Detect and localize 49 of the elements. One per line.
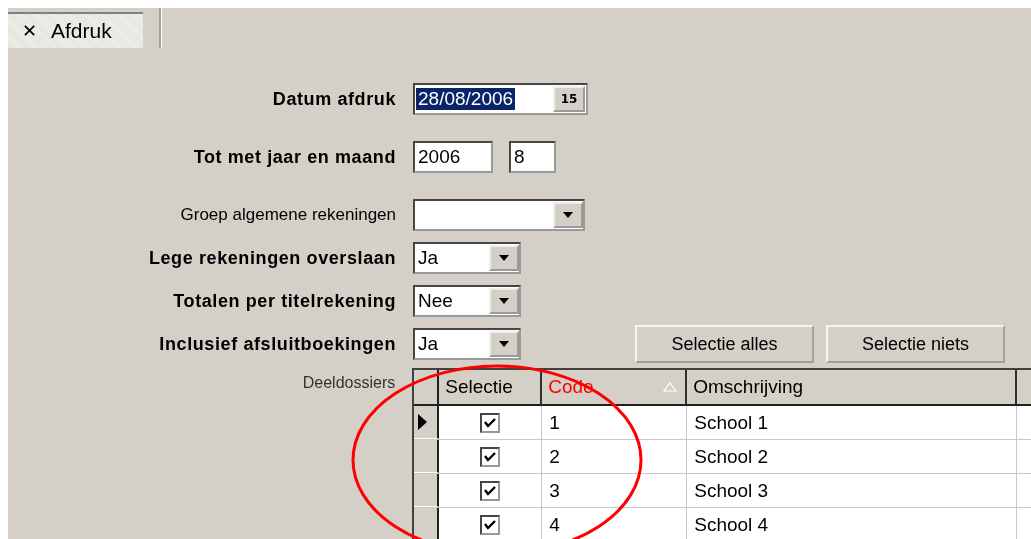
- table-cell: 3: [542, 474, 688, 507]
- year-field[interactable]: 2006: [413, 141, 493, 173]
- table-cell: 4: [542, 508, 688, 539]
- date-field[interactable]: 28/08/2006 15: [413, 83, 588, 115]
- dropdown-arrow-icon: [499, 255, 509, 261]
- dropdown-arrow-icon: [499, 298, 509, 304]
- table-cell: School 2: [687, 440, 1018, 473]
- check-icon: [483, 518, 498, 531]
- table-cell: 2: [542, 440, 688, 473]
- row-indicator[interactable]: [414, 406, 440, 439]
- dropdown-arrow-icon: [499, 341, 509, 347]
- dropdown[interactable]: Nee: [413, 285, 521, 317]
- table-cell: School 1: [687, 406, 1018, 439]
- checkbox[interactable]: [480, 514, 501, 535]
- select-button[interactable]: Selectie alles: [635, 325, 814, 363]
- checkbox[interactable]: [480, 480, 501, 501]
- date-value: 28/08/2006: [416, 88, 516, 110]
- dropdown[interactable]: Ja: [413, 242, 521, 274]
- month-field[interactable]: 8: [509, 141, 556, 173]
- check-icon: [483, 484, 498, 497]
- dropdown[interactable]: [413, 199, 585, 231]
- field-label: Tot met jaar en maand: [192, 146, 397, 168]
- tab-label[interactable]: Afdruk: [51, 19, 112, 43]
- field-label: Groep algemene rekeningen: [179, 205, 397, 225]
- checkbox[interactable]: [480, 412, 501, 433]
- dropdown-arrow-icon: [563, 212, 573, 218]
- field-label: Totalen per titelrekening: [172, 290, 397, 312]
- field-label: Lege rekeningen overslaan: [147, 247, 397, 269]
- current-row-icon: [418, 414, 428, 430]
- row-indicator[interactable]: [414, 474, 440, 507]
- field-label: Inclusief afsluitboekingen: [158, 333, 397, 355]
- dropdown[interactable]: Ja: [413, 328, 521, 360]
- tab[interactable]: ✕ Afdruk: [8, 12, 143, 48]
- field-label: Datum afdruk: [271, 88, 397, 110]
- grid-label: Deeldossiers: [301, 373, 397, 392]
- row-indicator[interactable]: [414, 508, 440, 539]
- check-icon: [483, 450, 498, 463]
- table-cell: School 3: [687, 474, 1018, 507]
- row-indicator[interactable]: [414, 440, 440, 473]
- table-cell: 1: [542, 406, 688, 439]
- select-button[interactable]: Selectie niets: [826, 325, 1005, 363]
- checkbox[interactable]: [480, 446, 501, 467]
- table-cell: School 4: [687, 508, 1018, 539]
- column-header[interactable]: Selectie: [439, 370, 543, 404]
- calendar-button[interactable]: 15: [553, 86, 585, 112]
- check-icon: [483, 416, 498, 429]
- sort-icon: [663, 382, 678, 392]
- close-icon[interactable]: ✕: [22, 20, 37, 42]
- column-header[interactable]: Omschrijving: [687, 370, 1018, 404]
